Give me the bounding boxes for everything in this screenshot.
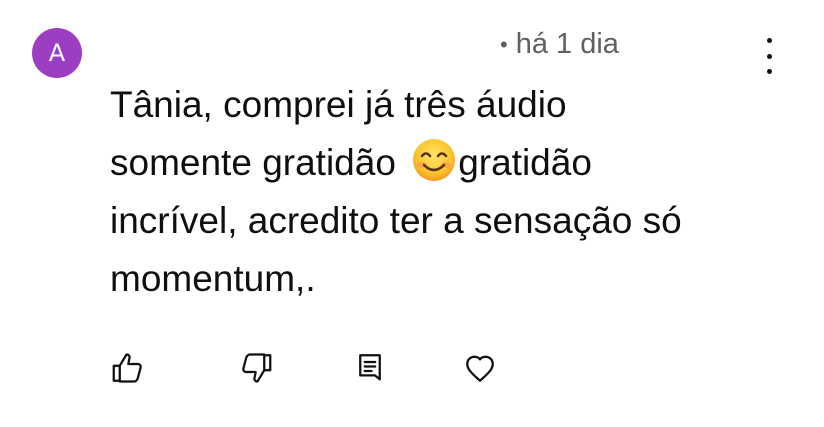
reply-icon[interactable] <box>352 350 388 386</box>
avatar[interactable]: A <box>32 28 82 78</box>
comment-text: Tânia, comprei já três áudio somente grat… <box>110 76 790 308</box>
meta-separator: • <box>500 31 508 57</box>
comment-timestamp[interactable]: há 1 dia <box>516 28 619 61</box>
thumbs-down-icon[interactable] <box>238 350 274 386</box>
more-vert-icon[interactable] <box>756 38 782 74</box>
comment-line-3: incrível, acredito ter a sensação só <box>110 200 682 241</box>
comment-line-2-start: somente gratidão <box>110 142 407 183</box>
comment-line-4: momentum,. <box>110 258 316 299</box>
comment-meta: • há 1 dia <box>500 28 619 61</box>
avatar-letter: A <box>48 39 66 67</box>
comment-line-2-end: gratidão <box>458 142 592 183</box>
thumbs-up-icon[interactable] <box>110 350 146 386</box>
heart-icon[interactable] <box>462 350 498 386</box>
smiling-face-emoji <box>411 137 457 183</box>
comment-card: A • há 1 dia Tânia, comprei já três áudi… <box>0 0 824 427</box>
comment-line-1: Tânia, comprei já três áudio <box>110 84 567 125</box>
